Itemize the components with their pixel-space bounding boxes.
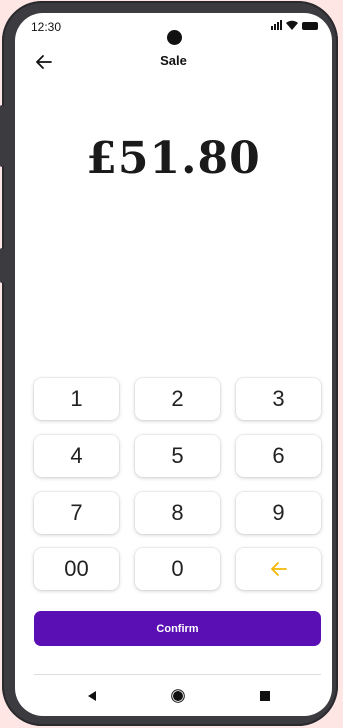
square-recents-icon [260, 691, 270, 701]
header: Sale [15, 51, 332, 81]
key-3[interactable]: 3 [236, 378, 321, 420]
nav-back-button[interactable] [83, 687, 101, 705]
key-1[interactable]: 1 [34, 378, 119, 420]
system-navbar [15, 681, 332, 711]
nav-recents-button[interactable] [256, 687, 274, 705]
front-camera [167, 30, 182, 45]
backspace-button[interactable] [236, 548, 321, 590]
key-8[interactable]: 8 [135, 492, 220, 534]
circle-home-icon [171, 689, 185, 703]
key-2[interactable]: 2 [135, 378, 220, 420]
backspace-arrow-icon [270, 562, 287, 576]
phone-frame: 12:30 Sale £51.80 1 2 3 4 5 6 7 8 9 00 0… [2, 1, 338, 726]
signal-icon [271, 20, 282, 30]
confirm-button[interactable]: Confirm [34, 611, 321, 646]
status-icons [271, 20, 318, 30]
wifi-icon [286, 20, 298, 30]
amount-display: £51.80 [86, 133, 261, 184]
side-button-volume [0, 105, 4, 167]
key-00[interactable]: 00 [34, 548, 119, 590]
battery-icon [302, 22, 318, 30]
triangle-back-icon [88, 691, 96, 701]
key-6[interactable]: 6 [236, 435, 321, 477]
key-7[interactable]: 7 [34, 492, 119, 534]
nav-home-button[interactable] [169, 687, 187, 705]
status-time: 12:30 [31, 20, 62, 34]
key-5[interactable]: 5 [135, 435, 220, 477]
screen: 12:30 Sale £51.80 1 2 3 4 5 6 7 8 9 00 0… [15, 13, 332, 716]
page-title: Sale [160, 53, 187, 68]
divider [34, 674, 321, 675]
side-button-power [0, 248, 4, 283]
key-0[interactable]: 0 [135, 548, 220, 590]
key-4[interactable]: 4 [34, 435, 119, 477]
key-9[interactable]: 9 [236, 492, 321, 534]
